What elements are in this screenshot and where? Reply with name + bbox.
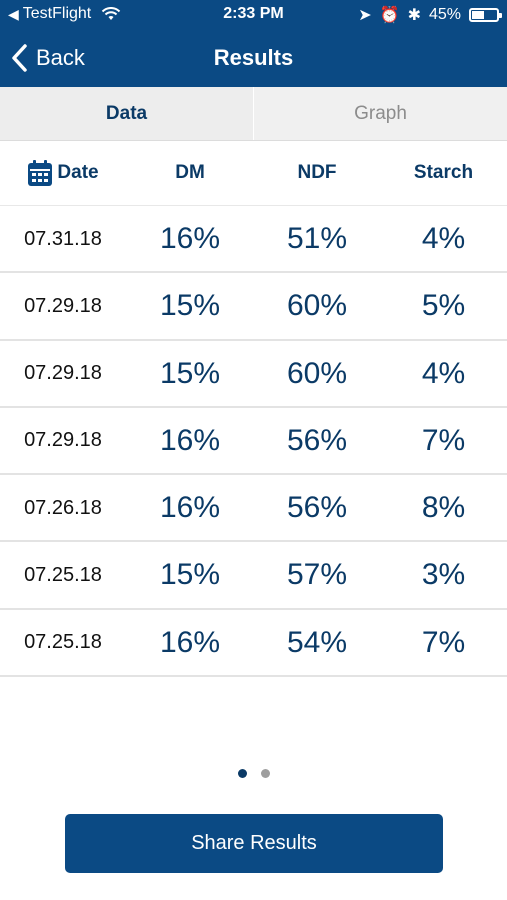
chevron-left-icon xyxy=(12,44,27,72)
cell-dm: 16% xyxy=(159,423,221,457)
cell-dm: 16% xyxy=(159,491,221,525)
nav-bar: Back Results xyxy=(0,30,507,87)
cell-starch: 4% xyxy=(421,356,466,390)
cell-date: 07.29.18 xyxy=(24,294,102,317)
cell-ndf: 51% xyxy=(286,222,348,255)
table-row[interactable]: 07.29.18 16% 56% 7% xyxy=(0,407,507,476)
back-label: Back xyxy=(36,45,85,70)
column-header-dm[interactable]: DM xyxy=(126,141,254,205)
tab-data[interactable]: Data xyxy=(0,87,253,140)
column-header-ndf[interactable]: NDF xyxy=(254,141,380,205)
cell-starch: 3% xyxy=(421,558,466,592)
segmented-tabs: Data Graph xyxy=(0,87,507,141)
results-table: 07.31.18 16% 51% 4% 07.29.18 15% 60% 5% … xyxy=(0,206,507,678)
table-row[interactable]: 07.26.18 16% 56% 8% xyxy=(0,475,507,543)
table-header: Date DM NDF Starch xyxy=(0,141,507,209)
table-row[interactable]: 07.31.18 16% 51% 4% xyxy=(0,206,507,274)
cell-dm: 16% xyxy=(159,222,221,255)
status-right: ➤ ⏰ ✱ 45% xyxy=(358,5,502,25)
cell-starch: 7% xyxy=(421,625,466,659)
page-dot-2[interactable] xyxy=(260,769,270,778)
tab-graph[interactable]: Graph xyxy=(253,87,507,140)
table-row[interactable]: 07.29.18 15% 60% 5% xyxy=(0,273,507,341)
cell-starch: 5% xyxy=(421,289,466,323)
cell-starch: 7% xyxy=(421,423,466,457)
page-dot-1[interactable] xyxy=(237,769,247,778)
cell-dm: 16% xyxy=(159,625,221,659)
column-header-date[interactable]: Date xyxy=(0,141,126,205)
cell-date: 07.25.18 xyxy=(24,563,102,586)
column-header-date-label: Date xyxy=(57,162,99,183)
bluetooth-icon: ✱ xyxy=(407,7,421,24)
status-bar: ◀ TestFlight 2:33 PM ➤ ⏰ ✱ 45% xyxy=(0,0,507,30)
cell-dm: 15% xyxy=(159,558,221,592)
battery-fill xyxy=(472,11,484,19)
cell-ndf: 54% xyxy=(286,625,348,659)
location-icon: ➤ xyxy=(358,7,372,24)
cell-ndf: 56% xyxy=(286,423,348,457)
cell-date: 07.25.18 xyxy=(24,631,102,654)
cell-dm: 15% xyxy=(159,289,221,323)
share-results-button[interactable]: Share Results xyxy=(65,814,443,873)
cell-dm: 15% xyxy=(159,356,221,390)
battery-percent: 45% xyxy=(428,6,461,23)
battery-icon xyxy=(469,8,502,22)
cell-starch: 4% xyxy=(421,222,466,255)
cell-date: 07.31.18 xyxy=(24,227,102,250)
calendar-icon xyxy=(28,160,53,186)
cell-date: 07.29.18 xyxy=(24,429,102,452)
cell-date: 07.26.18 xyxy=(24,496,102,519)
table-row[interactable]: 07.29.18 15% 60% 4% xyxy=(0,340,507,408)
cell-starch: 8% xyxy=(421,491,466,525)
table-row[interactable]: 07.25.18 16% 54% 7% xyxy=(0,609,507,678)
page-indicator xyxy=(0,769,507,778)
back-button[interactable]: Back xyxy=(10,40,85,76)
table-row[interactable]: 07.25.18 15% 57% 3% xyxy=(0,542,507,610)
column-header-starch[interactable]: Starch xyxy=(380,141,507,205)
cell-ndf: 56% xyxy=(286,491,348,525)
cell-date: 07.29.18 xyxy=(24,362,102,385)
alarm-icon: ⏰ xyxy=(379,7,400,24)
cell-ndf: 57% xyxy=(286,558,348,592)
cell-ndf: 60% xyxy=(286,356,348,390)
cell-ndf: 60% xyxy=(286,289,348,323)
